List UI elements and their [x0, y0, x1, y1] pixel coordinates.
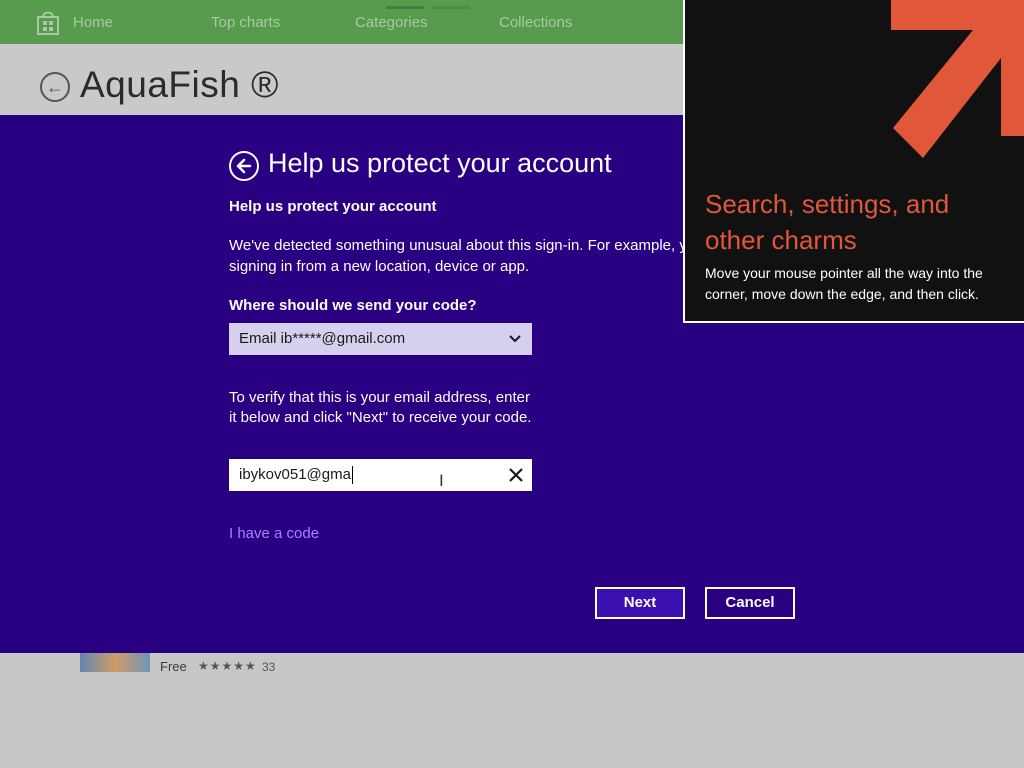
app-listing-area — [0, 653, 1024, 768]
text-caret — [351, 466, 353, 485]
have-code-link[interactable]: I have a code — [229, 525, 319, 542]
dialog-description: We've detected something unusual about t… — [229, 235, 709, 277]
send-code-select[interactable]: Email ib*****@gmail.com — [229, 323, 532, 355]
charms-tip-body: Move your mouse pointer all the way into… — [705, 263, 1015, 305]
rating-count: 33 — [262, 660, 276, 674]
clear-icon[interactable] — [508, 467, 524, 483]
app-price: Free — [160, 659, 187, 674]
dialog-title: Help us protect your account — [268, 148, 612, 178]
back-arrow-icon[interactable]: ← — [40, 72, 70, 102]
rating-stars: ★★★★★ — [198, 659, 257, 673]
verify-instructions: To verify that this is your email addres… — [229, 388, 549, 428]
page-indicator — [386, 6, 424, 9]
nav-top-charts[interactable]: Top charts — [211, 14, 280, 31]
nav-collections[interactable]: Collections — [499, 14, 572, 31]
verify-line: To verify that this is your email addres… — [229, 389, 530, 406]
description-line: We've detected something unusual about t… — [229, 237, 687, 254]
dialog-subtitle: Help us protect your account — [229, 198, 437, 215]
nav-home[interactable]: Home — [73, 14, 113, 31]
description-line: signing in from a new location, device o… — [229, 258, 530, 275]
tip-body-line: Move your mouse pointer all the way into… — [705, 265, 983, 281]
chevron-down-icon — [509, 335, 521, 343]
tip-body-line: corner, move down the edge, and then cli… — [705, 286, 979, 302]
tip-title-line: Search, settings, and — [705, 189, 950, 219]
next-button[interactable]: Next — [595, 587, 685, 619]
cancel-button[interactable]: Cancel — [705, 587, 795, 619]
page-title: AquaFish ® — [80, 64, 279, 105]
store-logo-icon[interactable] — [34, 8, 62, 36]
send-code-label: Where should we send your code? — [229, 297, 477, 314]
charms-tip-panel: Search, settings, and other charms Move … — [683, 0, 1024, 323]
nav-categories[interactable]: Categories — [355, 14, 428, 31]
email-field[interactable]: ibykov051@gma I — [229, 459, 532, 491]
charms-arrow-icon — [891, 0, 1024, 158]
page-indicator — [432, 6, 470, 9]
verify-line: it below and click "Next" to receive you… — [229, 409, 532, 426]
app-thumbnail[interactable] — [80, 650, 150, 672]
send-code-select-value: Email ib*****@gmail.com — [239, 330, 406, 347]
back-arrow-icon[interactable] — [229, 151, 259, 181]
charms-tip-title: Search, settings, and other charms — [705, 186, 1005, 258]
tip-title-line: other charms — [705, 225, 857, 255]
email-field-value: ibykov051@gma — [239, 466, 351, 483]
text-cursor-icon: I — [439, 471, 444, 490]
